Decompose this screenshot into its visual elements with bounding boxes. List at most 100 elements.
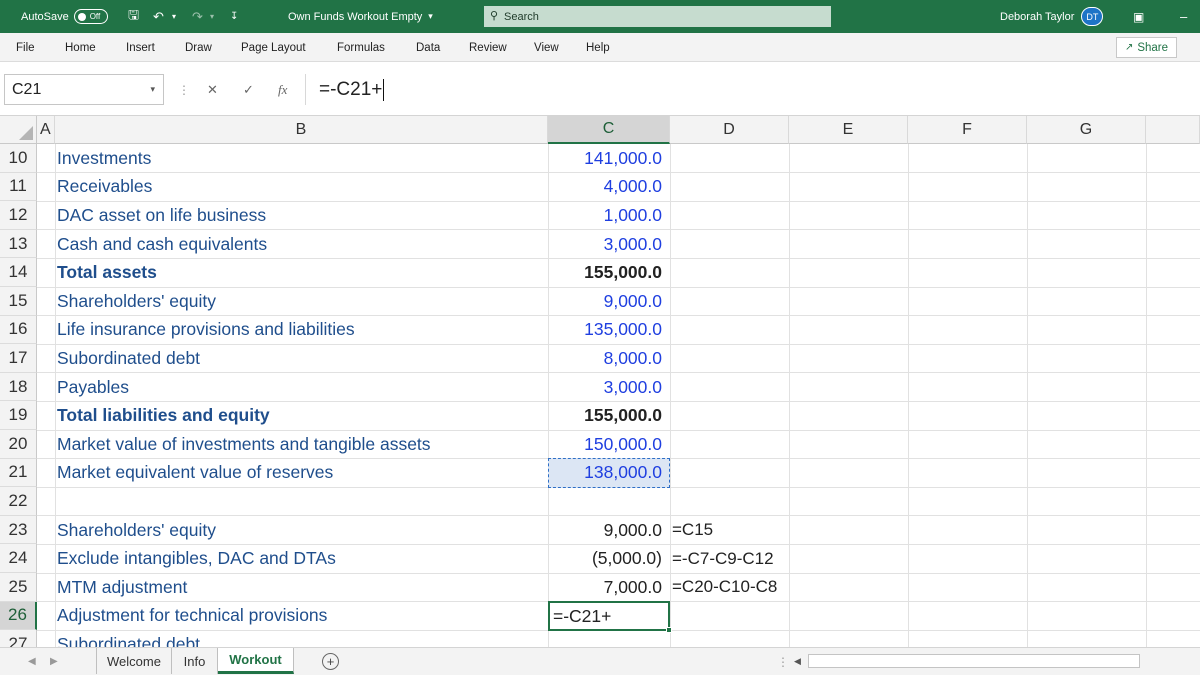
row-header-16[interactable]: 16 bbox=[0, 315, 37, 345]
save-icon[interactable]: 🖫 bbox=[128, 0, 139, 33]
row-header-21[interactable]: 21 bbox=[0, 458, 37, 488]
row-header-24[interactable]: 24 bbox=[0, 544, 37, 573]
cell-c13[interactable]: 3,000.0 bbox=[548, 230, 662, 259]
cell-b27[interactable]: Subordinated debt bbox=[57, 630, 200, 647]
cell-b16[interactable]: Life insurance provisions and liabilitie… bbox=[57, 316, 355, 345]
name-box[interactable]: C21 ▾ bbox=[4, 74, 164, 105]
cell-b15[interactable]: Shareholders' equity bbox=[57, 287, 216, 316]
column-header-h[interactable] bbox=[1146, 116, 1200, 144]
cell-c11[interactable]: 4,000.0 bbox=[548, 173, 662, 202]
cell-c16[interactable]: 135,000.0 bbox=[548, 316, 662, 345]
cell-b26[interactable]: Adjustment for technical provisions bbox=[57, 602, 327, 631]
column-header-g[interactable]: G bbox=[1027, 116, 1146, 144]
cell-d25[interactable]: =C20-C10-C8 bbox=[672, 573, 777, 602]
active-cell-editor[interactable]: =-C21+ bbox=[548, 601, 672, 634]
cell-c14[interactable]: 155,000.0 bbox=[548, 258, 662, 287]
insert-function-icon[interactable]: fx bbox=[278, 74, 287, 105]
cell-c12[interactable]: 1,000.0 bbox=[548, 201, 662, 230]
sheet-tab-info[interactable]: Info bbox=[172, 648, 218, 674]
cancel-entry-icon[interactable]: ✕ bbox=[207, 74, 218, 105]
cell-b21[interactable]: Market equivalent value of reserves bbox=[57, 459, 333, 488]
horizontal-scrollbar[interactable] bbox=[808, 654, 1140, 668]
sheet-tab-workout[interactable]: Workout bbox=[218, 648, 294, 674]
cell-c15[interactable]: 9,000.0 bbox=[548, 287, 662, 316]
cell-b13[interactable]: Cash and cash equivalents bbox=[57, 230, 267, 259]
scroll-left-icon[interactable]: ◀ bbox=[794, 648, 801, 675]
cell-c10[interactable]: 141,000.0 bbox=[548, 144, 662, 173]
cell-b14[interactable]: Total assets bbox=[57, 258, 157, 287]
cell-b17[interactable]: Subordinated debt bbox=[57, 344, 200, 373]
cell-c18[interactable]: 3,000.0 bbox=[548, 373, 662, 402]
tab-formulas[interactable]: Formulas bbox=[337, 33, 385, 62]
tab-view[interactable]: View bbox=[534, 33, 559, 62]
row-header-26[interactable]: 26 bbox=[0, 601, 37, 631]
column-header-e[interactable]: E bbox=[789, 116, 908, 144]
row-header-27[interactable]: 27 bbox=[0, 630, 37, 647]
row-header-19[interactable]: 19 bbox=[0, 401, 37, 430]
tab-draw[interactable]: Draw bbox=[185, 33, 212, 62]
row-header-25[interactable]: 25 bbox=[0, 573, 37, 602]
row-header-14[interactable]: 14 bbox=[0, 258, 37, 287]
undo-icon[interactable]: ↶ bbox=[153, 0, 164, 33]
add-sheet-button[interactable]: + bbox=[322, 648, 339, 675]
column-header-d[interactable]: D bbox=[670, 116, 789, 144]
autosave-toggle[interactable]: Off bbox=[73, 9, 108, 24]
cell-b19[interactable]: Total liabilities and equity bbox=[57, 401, 270, 430]
user-account[interactable]: Deborah Taylor DT bbox=[1000, 0, 1104, 33]
cell-c25[interactable]: 7,000.0 bbox=[548, 573, 662, 602]
document-title[interactable]: Own Funds Workout Empty ▾ bbox=[288, 0, 433, 33]
cell-c24[interactable]: (5,000.0) bbox=[548, 544, 662, 573]
tab-data[interactable]: Data bbox=[416, 33, 440, 62]
cell-b10[interactable]: Investments bbox=[57, 144, 151, 173]
confirm-entry-icon[interactable]: ✓ bbox=[243, 74, 254, 105]
cell-b25[interactable]: MTM adjustment bbox=[57, 573, 187, 602]
cell-b11[interactable]: Receivables bbox=[57, 173, 152, 202]
customize-toolbar-icon[interactable]: ↧ bbox=[230, 0, 238, 33]
cell-b20[interactable]: Market value of investments and tangible… bbox=[57, 430, 431, 459]
search-box[interactable]: ⚲ Search bbox=[484, 6, 831, 27]
tab-file[interactable]: File bbox=[16, 33, 35, 62]
formula-input[interactable]: =-C21+ bbox=[305, 74, 1198, 105]
redo-dropdown-icon[interactable]: ▾ bbox=[210, 0, 214, 33]
select-all-button[interactable] bbox=[0, 116, 37, 144]
row-header-22[interactable]: 22 bbox=[0, 487, 37, 516]
row-header-13[interactable]: 13 bbox=[0, 229, 37, 259]
tab-help[interactable]: Help bbox=[586, 33, 610, 62]
cell-b23[interactable]: Shareholders' equity bbox=[57, 516, 216, 545]
row-header-11[interactable]: 11 bbox=[0, 172, 37, 202]
tab-review[interactable]: Review bbox=[469, 33, 507, 62]
row-header-20[interactable]: 20 bbox=[0, 430, 37, 459]
redo-icon[interactable]: ↷ bbox=[192, 0, 203, 33]
autosave-control[interactable]: AutoSave Off bbox=[21, 0, 108, 33]
tab-insert[interactable]: Insert bbox=[126, 33, 155, 62]
sheet-tab-welcome[interactable]: Welcome bbox=[96, 648, 172, 674]
cell-b18[interactable]: Payables bbox=[57, 373, 129, 402]
row-header-12[interactable]: 12 bbox=[0, 201, 37, 230]
cell-c17[interactable]: 8,000.0 bbox=[548, 344, 662, 373]
row-header-17[interactable]: 17 bbox=[0, 344, 37, 373]
cell-c19[interactable]: 155,000.0 bbox=[548, 401, 662, 430]
cell-d23[interactable]: =C15 bbox=[672, 516, 713, 545]
ribbon-display-options-icon[interactable]: ▣ bbox=[1133, 0, 1144, 33]
scroll-tabs-left-icon[interactable]: ◀ bbox=[28, 648, 36, 675]
scroll-tabs-right-icon[interactable]: ▶ bbox=[50, 648, 58, 675]
cell-c21[interactable]: 138,000.0 bbox=[548, 459, 662, 488]
cell-c23[interactable]: 9,000.0 bbox=[548, 516, 662, 545]
fill-handle[interactable] bbox=[666, 627, 672, 634]
minimize-icon[interactable]: – bbox=[1180, 0, 1187, 33]
row-header-10[interactable]: 10 bbox=[0, 144, 37, 173]
undo-dropdown-icon[interactable]: ▾ bbox=[172, 0, 176, 33]
cell-b24[interactable]: Exclude intangibles, DAC and DTAs bbox=[57, 544, 336, 573]
cell-c20[interactable]: 150,000.0 bbox=[548, 430, 662, 459]
column-header-b[interactable]: B bbox=[55, 116, 548, 144]
row-header-18[interactable]: 18 bbox=[0, 372, 37, 402]
column-header-a[interactable]: A bbox=[37, 116, 55, 144]
row-header-23[interactable]: 23 bbox=[0, 515, 37, 545]
tab-home[interactable]: Home bbox=[65, 33, 96, 62]
cell-b12[interactable]: DAC asset on life business bbox=[57, 201, 266, 230]
column-header-f[interactable]: F bbox=[908, 116, 1027, 144]
column-header-c[interactable]: C bbox=[548, 116, 670, 144]
cell-d24[interactable]: =-C7-C9-C12 bbox=[672, 544, 774, 573]
row-header-15[interactable]: 15 bbox=[0, 287, 37, 316]
share-button[interactable]: ↗ Share bbox=[1116, 37, 1177, 58]
